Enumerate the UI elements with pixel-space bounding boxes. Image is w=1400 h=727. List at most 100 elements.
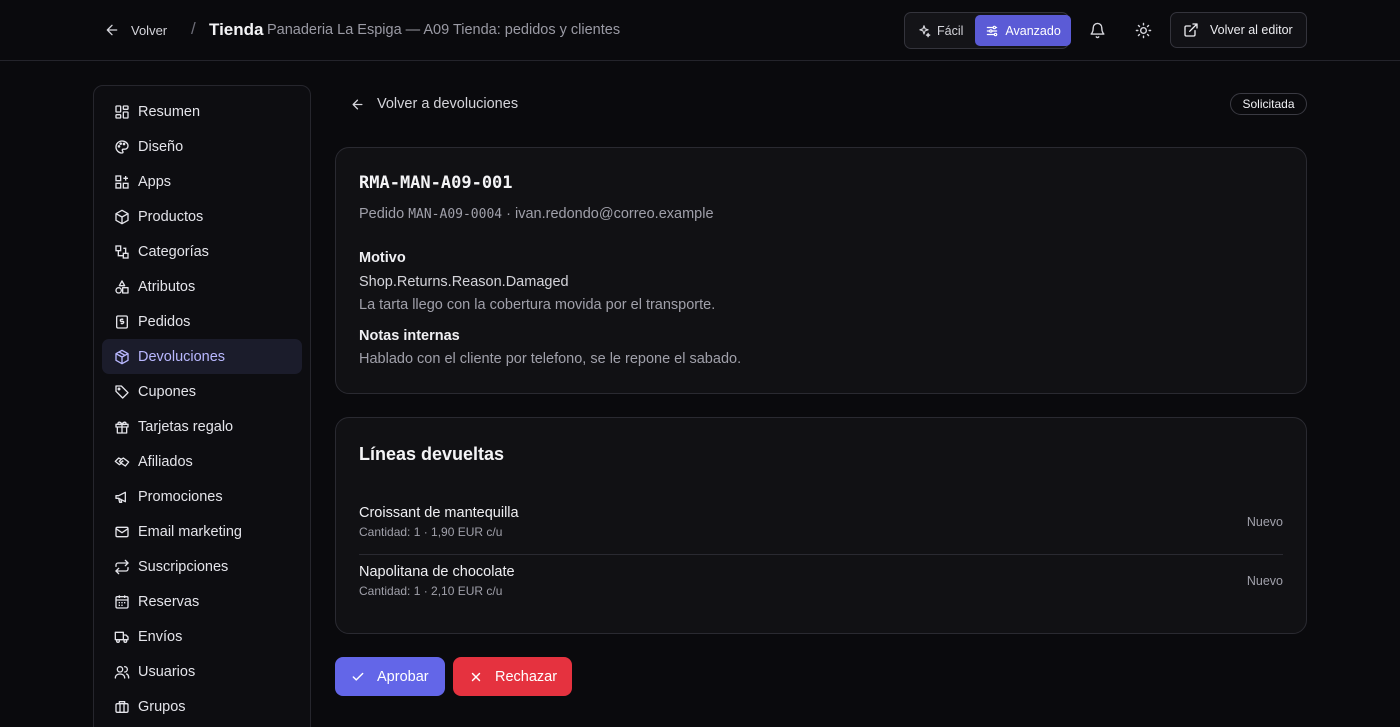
- line-item-state: Nuevo: [1246, 574, 1283, 588]
- sidebar-item-label: Atributos: [138, 278, 196, 295]
- return-package-icon: [115, 349, 129, 364]
- sidebar-item-label: Resumen: [138, 103, 201, 120]
- status-badge: Solicitada: [1230, 93, 1307, 115]
- list-item: Napolitana de chocolate Cantidad: 1 · 2,…: [359, 564, 1283, 614]
- sidebar-item-cupones[interactable]: Cupones: [102, 374, 302, 409]
- reason-label: Motivo: [359, 250, 406, 266]
- sidebar-item-suscripciones[interactable]: Suscripciones: [102, 549, 302, 584]
- palette-icon: [115, 139, 129, 154]
- customer-email: ivan.redondo@correo.example: [515, 206, 714, 222]
- sidebar-item-label: Grupos: [138, 698, 186, 715]
- page-title: Tienda: [209, 20, 264, 39]
- approve-button[interactable]: Aprobar: [335, 657, 445, 696]
- arrow-left-icon: [352, 99, 363, 109]
- order-code: MAN-A09-0004: [408, 207, 503, 222]
- sidebar-item-label: Productos: [138, 208, 204, 225]
- sidebar-item-label: Pedidos: [138, 313, 191, 330]
- sidebar-item-diseno[interactable]: Diseño: [102, 129, 302, 164]
- notifications-button[interactable]: [1085, 18, 1109, 42]
- mode-easy-label: Fácil: [937, 23, 964, 38]
- sidebar-item-productos[interactable]: Productos: [102, 199, 302, 234]
- back-to-editor-label: Volver al editor: [1210, 23, 1293, 37]
- breadcrumb-separator: /: [191, 19, 196, 38]
- mode-advanced-button[interactable]: Avanzado: [975, 15, 1071, 46]
- mail-icon: [115, 526, 129, 537]
- apps-icon: [115, 174, 129, 189]
- sidebar-item-grupos[interactable]: Grupos: [102, 689, 302, 724]
- bell-icon: [1089, 22, 1105, 38]
- arrow-left-icon: [106, 24, 118, 36]
- back-to-returns-label: Volver a devoluciones: [377, 96, 519, 112]
- line-item-quantity: Cantidad: 1 · 2,10 EUR c/u: [359, 584, 503, 598]
- sliders-icon: [987, 25, 998, 36]
- sidebar-item-afiliados[interactable]: Afiliados: [102, 444, 302, 479]
- package-icon: [115, 209, 129, 224]
- sidebar-item-label: Tarjetas regalo: [138, 418, 234, 435]
- internal-notes-text: Hablado con el cliente por telefono, se …: [359, 351, 742, 367]
- sidebar-item-pedidos[interactable]: Pedidos: [102, 304, 302, 339]
- rma-code: RMA-MAN-A09-001: [359, 173, 513, 193]
- group-icon: [115, 700, 129, 713]
- sidebar-item-label: Diseño: [138, 138, 184, 155]
- line-item-quantity: Cantidad: 1 · 1,90 EUR c/u: [359, 525, 503, 539]
- back-button[interactable]: Volver: [104, 18, 167, 42]
- sidebar-item-devoluciones[interactable]: Devoluciones: [102, 339, 302, 374]
- megaphone-icon: [115, 491, 126, 503]
- sidebar-item-atributos[interactable]: Atributos: [102, 269, 302, 304]
- approve-label: Aprobar: [377, 668, 429, 685]
- sidebar-item-tarjetas-regalo[interactable]: Tarjetas regalo: [102, 409, 302, 444]
- sidebar-item-label: Email marketing: [138, 523, 242, 540]
- mode-toggle: Fácil Avanzado: [904, 12, 1071, 49]
- sidebar-item-label: Promociones: [138, 488, 223, 505]
- order-prefix: Pedido: [359, 206, 405, 222]
- line-item-state: Nuevo: [1246, 515, 1283, 529]
- reason-key: Shop.Returns.Reason.Damaged: [359, 274, 569, 290]
- reject-label: Rechazar: [495, 668, 558, 685]
- receipt-icon: [116, 314, 128, 329]
- sidebar-item-label: Devoluciones: [138, 348, 226, 365]
- reject-button[interactable]: Rechazar: [453, 657, 572, 696]
- back-to-editor-button[interactable]: Volver al editor: [1170, 12, 1307, 48]
- sidebar-item-resumen[interactable]: Resumen: [102, 94, 302, 129]
- sidebar-item-label: Usuarios: [138, 663, 196, 680]
- tag-icon: [115, 384, 129, 399]
- sidebar-item-reservas[interactable]: Reservas: [102, 584, 302, 619]
- back-label: Volver: [131, 22, 168, 38]
- order-info: Pedido MAN-A09-0004 · ivan.redondo@corre…: [359, 206, 714, 222]
- sparkles-icon: [919, 24, 931, 37]
- sidebar-item-label: Apps: [138, 173, 172, 190]
- categories-icon: [115, 244, 129, 259]
- close-icon: [471, 672, 481, 681]
- sidebar-item-label: Afiliados: [138, 453, 193, 470]
- mode-easy-button[interactable]: Fácil: [907, 15, 973, 46]
- truck-icon: [114, 631, 129, 643]
- mode-advanced-label: Avanzado: [1005, 23, 1061, 38]
- sun-icon: [1135, 22, 1151, 38]
- sidebar-item-label: Categorías: [138, 243, 209, 260]
- sidebar-item-email-marketing[interactable]: Email marketing: [102, 514, 302, 549]
- list-item: Croissant de mantequilla Cantidad: 1 · 1…: [359, 505, 1283, 555]
- users-icon: [114, 665, 130, 679]
- back-to-returns-link[interactable]: Volver a devoluciones: [350, 92, 518, 116]
- external-link-icon: [1184, 23, 1198, 37]
- returned-lines-card: Líneas devueltas Croissant de mantequill…: [335, 417, 1307, 634]
- shapes-icon: [115, 279, 129, 294]
- theme-toggle-button[interactable]: [1131, 18, 1155, 42]
- check-icon: [352, 672, 364, 681]
- sidebar-item-envios[interactable]: Envíos: [102, 619, 302, 654]
- order-separator: ·: [506, 206, 511, 222]
- dashboard-icon: [115, 104, 129, 119]
- returned-lines-title: Líneas devueltas: [359, 444, 505, 464]
- sidebar-item-label: Cupones: [138, 383, 197, 400]
- sidebar-item-apps[interactable]: Apps: [102, 164, 302, 199]
- handshake-icon: [114, 456, 130, 467]
- top-bar: Volver / Tienda Panaderia La Espiga — A0…: [0, 0, 1400, 61]
- sidebar-item-usuarios[interactable]: Usuarios: [102, 654, 302, 689]
- page-subtitle: Panaderia La Espiga — A09 Tienda: pedido…: [267, 22, 621, 38]
- gift-icon: [115, 421, 129, 434]
- line-item-name: Napolitana de chocolate: [359, 564, 515, 580]
- reason-text: La tarta llego con la cobertura movida p…: [359, 297, 716, 313]
- internal-notes-label: Notas internas: [359, 328, 460, 344]
- sidebar-item-categorias[interactable]: Categorías: [102, 234, 302, 269]
- sidebar-item-promociones[interactable]: Promociones: [102, 479, 302, 514]
